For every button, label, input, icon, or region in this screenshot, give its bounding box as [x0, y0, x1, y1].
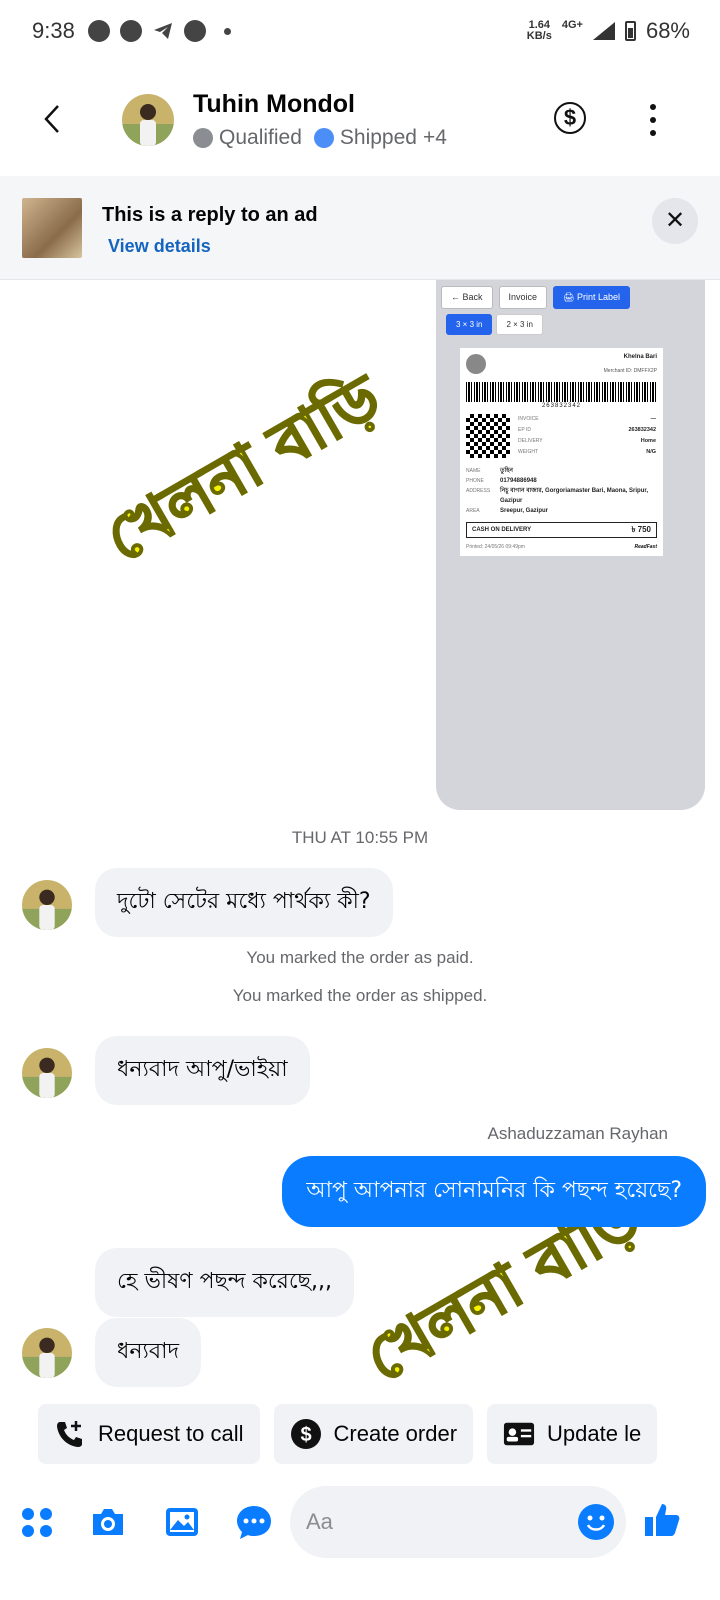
sender-name: Ashaduzzaman Rayhan [487, 1124, 668, 1143]
conversation-header: Tuhin Mondol Qualified Shipped +4 $ [0, 72, 720, 172]
battery-percent: 68% [645, 18, 690, 43]
like-icon[interactable] [642, 1500, 682, 1540]
telegram-icon [152, 20, 174, 42]
contact-avatar-small[interactable] [22, 1048, 72, 1098]
time-separator: THU AT 10:55 PM [291, 828, 429, 847]
label-size-toggle: 3 × 3 in 2 × 3 in [446, 314, 543, 335]
apps-icon[interactable] [18, 1502, 58, 1542]
label-merchant: Merchant ID: DMFFX2P [603, 368, 657, 374]
contact-card-icon [503, 1418, 535, 1450]
close-icon[interactable]: ✕ [652, 198, 698, 244]
request-call-label: Request to call [98, 1421, 244, 1446]
size-option: 2 × 3 in [496, 314, 543, 335]
size-option: 3 × 3 in [446, 314, 493, 335]
incoming-message[interactable]: হে ভীষণ পছন্দ করেছে,,, [95, 1248, 354, 1317]
quick-actions: Request to call $ Create order Update le [38, 1404, 658, 1464]
label-toolbar: ← Back Invoice 🖨 Print Label [441, 286, 630, 309]
request-call-button[interactable]: Request to call [38, 1404, 260, 1464]
payment-dollar-icon[interactable]: $ [554, 102, 586, 134]
label-address: NAME তুহিন PHONE 01794886948 ADDRESS নিচু ব… [466, 466, 656, 516]
create-order-label: Create order [333, 1421, 458, 1446]
courier-brand: ReadFast [634, 544, 657, 550]
status-bar: 9:38 1.64 KB/s 4G+ 68% [0, 0, 720, 66]
network-speed: 1.64 KB/s [526, 19, 552, 42]
contact-name[interactable]: Tuhin Mondol [193, 90, 355, 119]
status-time: 9:38 [32, 18, 75, 43]
messenger-icon [88, 20, 110, 42]
label-meta: INVOICE — EP ID 263832342 DELIVERY Home WEI… [518, 416, 656, 460]
message-input[interactable] [290, 1486, 626, 1558]
view-details-link[interactable]: View details [108, 236, 211, 257]
address-row: AREA Sreepur, Gazipur [466, 508, 549, 514]
barcode-number: 263832342 [541, 403, 582, 409]
address-row: NAME তুহিন [466, 468, 513, 474]
more-options-icon[interactable] [648, 104, 658, 136]
ad-reply-banner: This is a reply to an ad View details ✕ [0, 176, 720, 280]
tag-qualified: Qualified [219, 126, 302, 149]
incoming-message[interactable]: ধন্যবাদ আপু/ভাইয়া [95, 1036, 310, 1105]
meta-row: EP ID 263832342 [518, 427, 656, 433]
shared-label-image[interactable]: ← Back Invoice 🖨 Print Label 3 × 3 in 2 … [436, 280, 705, 810]
system-message: You marked the order as shipped. [232, 986, 488, 1005]
label-shop: Khelna Bari [623, 354, 657, 360]
ad-banner-title: This is a reply to an ad [102, 204, 318, 226]
printed-date: Printed: 24/05/26 09:49pm [466, 544, 525, 550]
svg-text:$: $ [300, 1424, 311, 1446]
message-composer [0, 1478, 720, 1578]
phone-add-icon [54, 1418, 86, 1450]
update-lead-label: Update le [547, 1421, 642, 1446]
tag-shipped: Shipped [339, 126, 417, 149]
back-icon[interactable] [36, 102, 70, 136]
shipping-label: Khelna Bari Merchant ID: DMFFX2P 2638323… [460, 348, 663, 556]
emoji-icon[interactable] [578, 1504, 614, 1540]
dollar-circle-icon: $ [290, 1418, 322, 1450]
gallery-icon[interactable] [162, 1502, 202, 1542]
label-invoice-button: Invoice [498, 286, 548, 309]
contact-avatar-small[interactable] [22, 880, 72, 930]
network-type: 4G+ [561, 19, 583, 31]
cod-box: CASH ON DELIVERY ৳ 750 [466, 522, 657, 538]
meta-row: WEIGHT N/G [518, 449, 656, 455]
address-row: ADDRESS নিচু বাগান বাজার, Gorgoriamaster … [466, 488, 649, 504]
tag-more: +4 [422, 126, 447, 149]
address-row: PHONE 01794886948 [466, 478, 537, 484]
ad-thumbnail[interactable] [22, 198, 82, 258]
label-footer: Printed: 24/05/26 09:49pm ReadFast [466, 544, 657, 550]
barcode [466, 382, 657, 402]
watermark-text: খেলনা বাড়ি [93, 360, 394, 577]
system-message: You marked the order as paid. [246, 948, 474, 967]
qualified-dot [193, 128, 213, 148]
battery-icon [624, 21, 636, 41]
meta-row: DELIVERY Home [518, 438, 656, 444]
cod-amount: ৳ 750 [631, 524, 651, 534]
label-back-button: ← Back [441, 286, 493, 309]
saved-reply-icon[interactable] [234, 1502, 274, 1542]
cod-label: CASH ON DELIVERY [472, 527, 532, 533]
messenger-icon [184, 20, 206, 42]
qr-code [466, 414, 510, 458]
signal-icon [592, 22, 615, 40]
update-lead-button[interactable]: Update le [487, 1404, 658, 1464]
contact-avatar-small[interactable] [22, 1328, 72, 1378]
shipped-dot [313, 128, 334, 148]
label-print-button: 🖨 Print Label [553, 286, 630, 309]
meta-row: INVOICE — [518, 416, 656, 422]
outgoing-message[interactable]: আপু আপনার সোনামনির কি পছন্দ হয়েছে? [282, 1156, 706, 1227]
create-order-button[interactable]: $ Create order [273, 1404, 474, 1464]
contact-tags[interactable]: Qualified Shipped +4 [193, 126, 447, 150]
courier-logo-icon [466, 354, 486, 374]
incoming-message[interactable]: ধন্যবাদ [95, 1318, 202, 1387]
incoming-message[interactable]: দুটো সেটের মধ্যে পার্থক্য কী? [95, 868, 393, 937]
contact-avatar[interactable] [122, 94, 174, 146]
notification-icons [88, 20, 231, 42]
status-right: 1.64 KB/s 4G+ 68% [527, 18, 690, 44]
camera-icon[interactable] [88, 1502, 128, 1542]
more-notifications-icon [224, 27, 231, 35]
messenger-icon [120, 20, 142, 42]
